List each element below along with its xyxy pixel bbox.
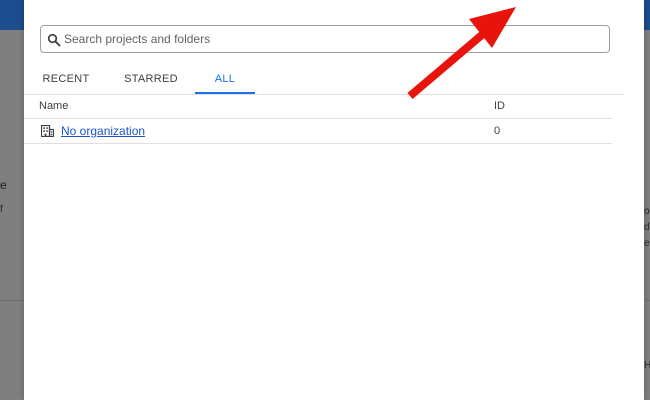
organization-icon	[41, 125, 54, 137]
row-name-link[interactable]: No organization	[61, 119, 145, 143]
tabs-divider	[24, 94, 624, 95]
tab-starred[interactable]: STARRED	[120, 64, 182, 94]
red-arrow-annotation	[407, 7, 516, 100]
row-divider	[24, 143, 612, 144]
search-icon	[47, 33, 61, 47]
project-picker-dialog: RECENT STARRED ALL Name ID No organizati…	[24, 0, 644, 400]
background-text-fragment: H	[644, 360, 650, 371]
column-header-name: Name	[39, 100, 69, 112]
background-text-fragment: e	[644, 238, 650, 249]
table-row[interactable]: No organization 0	[24, 119, 612, 143]
background-text-fragment: f	[0, 204, 3, 215]
tab-bar: RECENT STARRED ALL	[24, 64, 624, 95]
background-divider-left	[0, 300, 24, 301]
background-text-fragment: e	[0, 178, 7, 192]
background-divider-right	[644, 300, 650, 301]
tab-recent[interactable]: RECENT	[38, 64, 94, 94]
background-text-fragment: o	[644, 206, 650, 217]
background-text-fragment: d	[644, 222, 650, 233]
row-id: 0	[494, 125, 501, 137]
tab-all[interactable]: ALL	[195, 64, 255, 94]
